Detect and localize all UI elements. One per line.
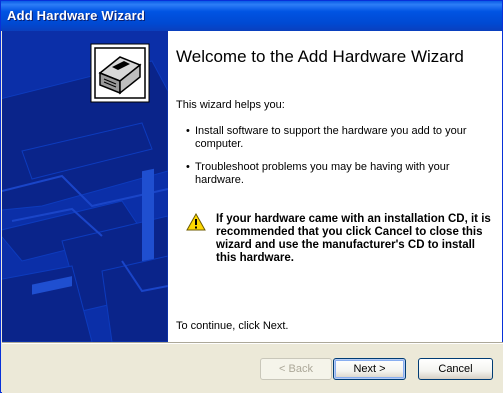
button-bar: < Back Next > Cancel	[2, 344, 503, 393]
back-button[interactable]: < Back	[260, 358, 332, 380]
wizard-window: Add Hardware Wizard Welcome to the Add H…	[0, 0, 503, 393]
warning-icon	[186, 212, 206, 231]
next-button[interactable]: Next >	[333, 358, 406, 380]
intro-text: This wizard helps you:	[176, 99, 285, 111]
warning-text: If your hardware came with an installati…	[216, 213, 491, 264]
window-title: Add Hardware Wizard	[7, 8, 146, 23]
list-item: Troubleshoot problems you may be having …	[186, 161, 486, 187]
continue-text: To continue, click Next.	[176, 320, 289, 332]
side-banner	[2, 31, 168, 342]
feature-list: Install software to support the hardware…	[186, 125, 486, 197]
cancel-button[interactable]: Cancel	[418, 358, 493, 380]
list-item: Install software to support the hardware…	[186, 125, 486, 151]
hardware-icon	[90, 43, 150, 103]
title-bar[interactable]: Add Hardware Wizard	[1, 1, 502, 31]
wizard-content: Welcome to the Add Hardware Wizard This …	[168, 31, 502, 342]
page-title: Welcome to the Add Hardware Wizard	[176, 47, 464, 66]
